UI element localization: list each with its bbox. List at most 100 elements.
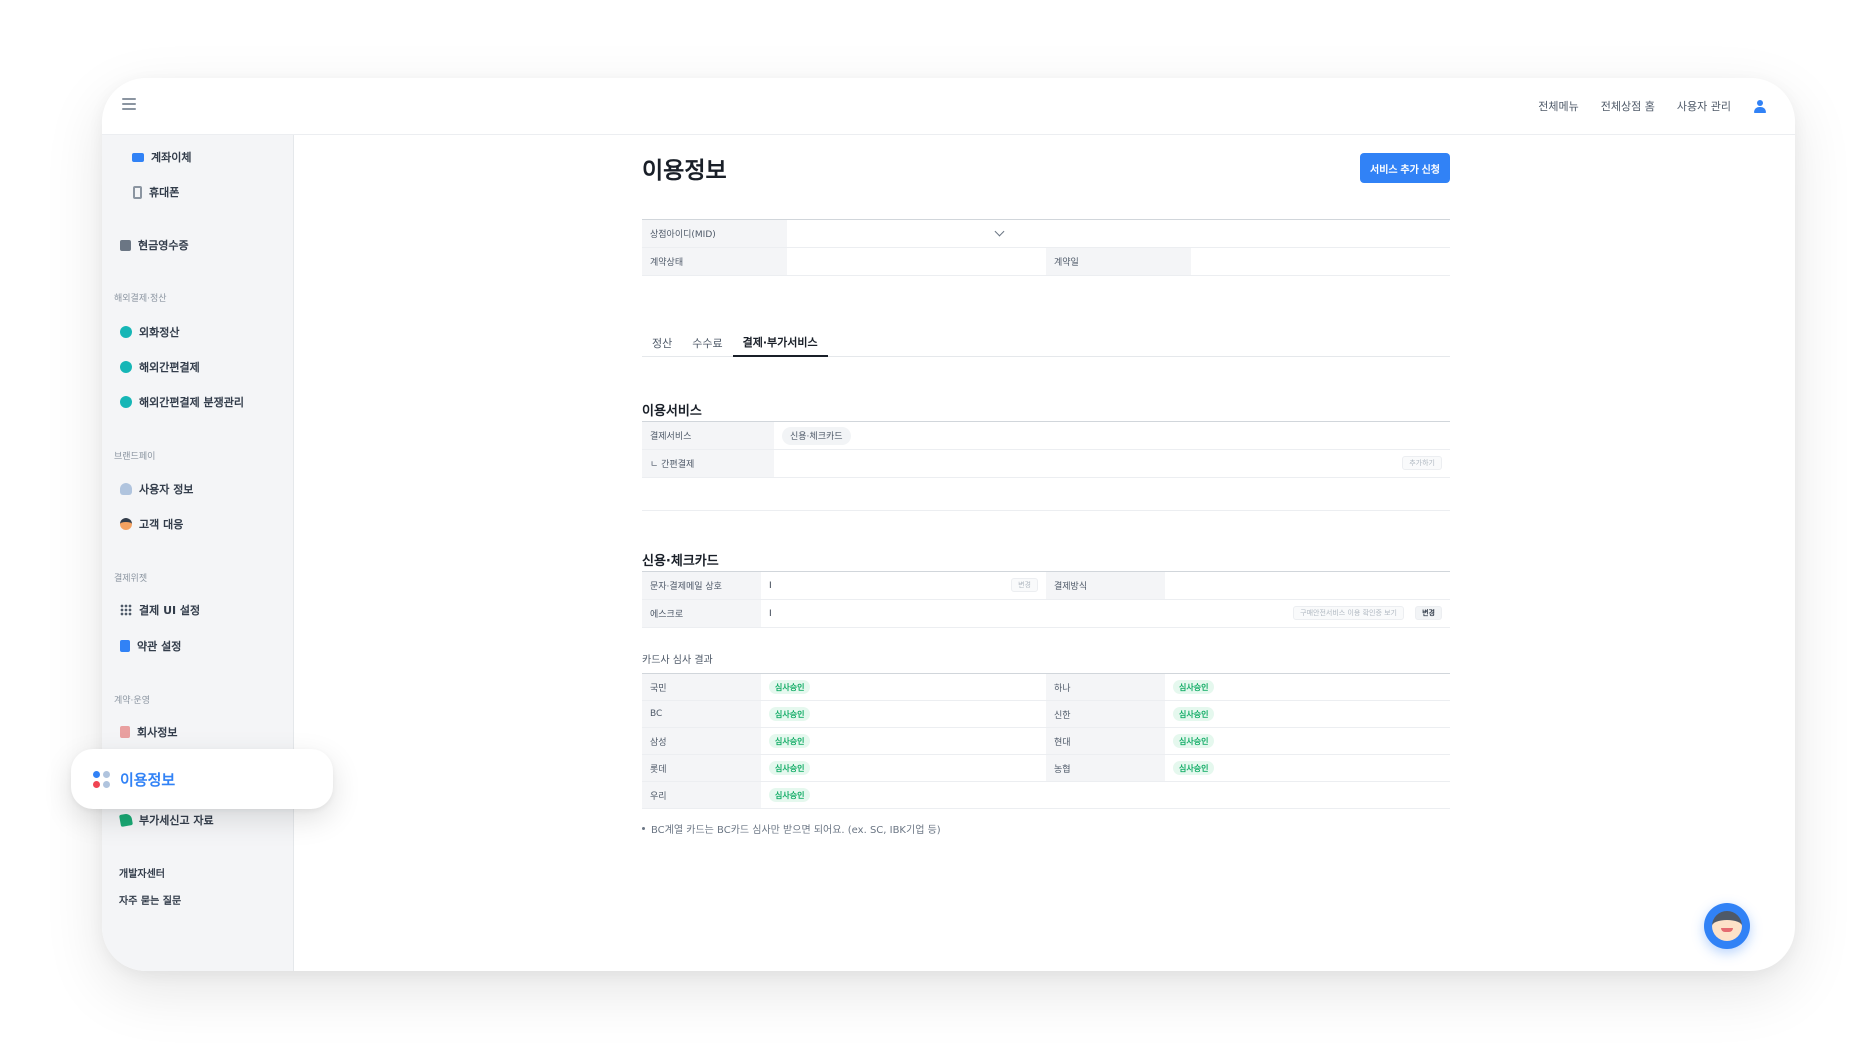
globe-icon bbox=[120, 396, 132, 408]
sidebar-item-label: 부가세신고 자료 bbox=[139, 814, 214, 827]
tab-payment-services[interactable]: 결제·부가서비스 bbox=[732, 329, 828, 357]
building-icon bbox=[120, 726, 130, 738]
sidebar-item-label: 약관 설정 bbox=[137, 640, 182, 653]
sidebar-item-service-info-active[interactable]: 이용정보 bbox=[71, 749, 333, 809]
sidebar-item-company-info[interactable]: 회사정보 bbox=[120, 724, 177, 740]
section-contract: 계약·운영 bbox=[114, 696, 150, 706]
sidebar-item-vat-report[interactable]: 부가세신고 자료 bbox=[119, 812, 214, 828]
sidebar-item-cash-receipt[interactable]: 현금영수증 bbox=[120, 237, 189, 253]
approved-badge: 심사승인 bbox=[1173, 761, 1215, 775]
chevron-down-icon bbox=[994, 226, 1005, 237]
sidebar-item-customer-support[interactable]: 고객 대응 bbox=[120, 516, 183, 532]
user-management-link[interactable]: 사용자 관리 bbox=[1677, 98, 1731, 114]
approved-badge: 심사승인 bbox=[769, 680, 811, 694]
sidebar-item-bank-transfer[interactable]: 계좌이체 bbox=[132, 149, 191, 165]
mid-row: 상점아이디(MID) bbox=[642, 220, 1450, 248]
mid-select[interactable] bbox=[787, 220, 1027, 247]
store-home-link[interactable]: 전체상점 홈 bbox=[1601, 98, 1655, 114]
mid-label: 상점아이디(MID) bbox=[642, 220, 787, 247]
card-company-label: 국민 bbox=[642, 674, 761, 700]
card-company-label: 신한 bbox=[1046, 701, 1165, 727]
app-window: 전체메뉴 전체상점 홈 사용자 관리 계좌이체 휴대폰 현금영수증 해외결제·정… bbox=[102, 78, 1795, 971]
section-brandpay: 브랜드페이 bbox=[114, 452, 156, 462]
escrow-label: 에스크로 bbox=[642, 600, 761, 627]
easy-pay-row: ㄴ 간편결제 추가하기 bbox=[642, 450, 1450, 478]
sidebar-item-phone[interactable]: 휴대폰 bbox=[133, 184, 179, 200]
approved-badge: 심사승인 bbox=[1173, 680, 1215, 694]
hamburger-icon[interactable] bbox=[122, 98, 136, 110]
sidebar-item-label: 회사정보 bbox=[137, 726, 178, 739]
card-company-label: 롯데 bbox=[642, 755, 761, 781]
card-section-title: 신용·체크카드 bbox=[642, 554, 719, 569]
approved-badge: 심사승인 bbox=[769, 734, 811, 748]
sidebar-item-terms[interactable]: 약관 설정 bbox=[120, 638, 181, 654]
tab-settlement[interactable]: 정산 bbox=[642, 329, 682, 357]
top-bar: 전체메뉴 전체상점 홈 사용자 관리 bbox=[102, 78, 1795, 135]
sidebar-item-label: 고객 대응 bbox=[139, 518, 184, 531]
card-company-label: 하나 bbox=[1046, 674, 1165, 700]
card-company-label: 삼성 bbox=[642, 728, 761, 754]
bc-card-note: BC계열 카드는 BC카드 심사만 받으면 되어요. (ex. SC, IBK기… bbox=[642, 821, 941, 836]
all-menu-link[interactable]: 전체메뉴 bbox=[1538, 98, 1578, 114]
sidebar-link-dev-center[interactable]: 개발자센터 bbox=[119, 865, 165, 880]
user-info-icon bbox=[120, 483, 132, 495]
escrow-value: I bbox=[769, 608, 772, 619]
sidebar-item-label: 해외간편결제 bbox=[139, 361, 200, 374]
tab-fees[interactable]: 수수료 bbox=[682, 329, 732, 357]
bullet-icon bbox=[642, 827, 645, 830]
customer-support-icon bbox=[120, 518, 132, 530]
tab-bar: 정산 수수료 결제·부가서비스 bbox=[642, 329, 1450, 357]
merchant-name-value: I bbox=[769, 580, 772, 591]
sidebar-item-user-info[interactable]: 사용자 정보 bbox=[120, 481, 193, 497]
main-content: 이용정보 서비스 추가 신청 상점아이디(MID) 계약상태 계약일 정산 수수… bbox=[295, 135, 1795, 971]
services-table: 결제서비스 신용·체크카드 ㄴ 간편결제 추가하기 bbox=[642, 421, 1450, 478]
sidebar-link-faq[interactable]: 자주 묻는 질문 bbox=[119, 892, 181, 907]
sidebar-item-fx-settlement[interactable]: 외화정산 bbox=[120, 324, 179, 340]
review-row: 삼성 심사승인 현대 심사승인 bbox=[642, 728, 1450, 755]
globe-icon bbox=[120, 326, 132, 338]
review-row: BC 심사승인 신한 심사승인 bbox=[642, 701, 1450, 728]
sidebar-item-label: 결제 UI 설정 bbox=[139, 604, 201, 617]
section-overseas: 해외결제·정산 bbox=[114, 294, 167, 304]
approved-badge: 심사승인 bbox=[769, 707, 811, 721]
chatbot-avatar-icon bbox=[1712, 911, 1742, 941]
add-service-button[interactable]: 서비스 추가 신청 bbox=[1360, 153, 1450, 183]
status-row: 계약상태 계약일 bbox=[642, 248, 1450, 276]
page-title: 이용정보 bbox=[642, 158, 727, 184]
services-title: 이용서비스 bbox=[642, 404, 702, 419]
sidebar-item-label: 계좌이체 bbox=[151, 151, 192, 164]
contract-date-label: 계약일 bbox=[1046, 248, 1191, 275]
card-review-title: 카드사 심사 결과 bbox=[642, 655, 713, 666]
tag-icon bbox=[119, 813, 133, 827]
top-nav: 전체메뉴 전체상점 홈 사용자 관리 bbox=[1538, 98, 1767, 114]
contract-date-value bbox=[1191, 248, 1450, 275]
card-company-label: BC bbox=[642, 701, 761, 727]
easy-pay-label: ㄴ 간편결제 bbox=[642, 450, 774, 477]
chatbot-button[interactable] bbox=[1704, 903, 1750, 949]
card-company-label: 우리 bbox=[642, 782, 761, 808]
grid-icon bbox=[120, 604, 132, 616]
sidebar-item-payment-ui[interactable]: 결제 UI 설정 bbox=[120, 602, 200, 618]
escrow-certificate-button[interactable]: 구매안전서비스 이용 확인증 보기 bbox=[1293, 606, 1404, 620]
status-value bbox=[787, 248, 1046, 275]
add-easy-pay-button[interactable]: 추가하기 bbox=[1402, 456, 1442, 470]
document-icon bbox=[120, 640, 130, 652]
sidebar-item-overseas-easy-pay[interactable]: 해외간편결제 bbox=[120, 359, 200, 375]
user-icon[interactable] bbox=[1753, 99, 1767, 113]
approved-badge: 심사승인 bbox=[769, 788, 811, 802]
section-widget: 결제위젯 bbox=[114, 574, 148, 584]
service-chip: 신용·체크카드 bbox=[782, 426, 851, 445]
payment-method-label: 결제방식 bbox=[1046, 572, 1165, 599]
payment-service-label: 결제서비스 bbox=[642, 422, 774, 449]
escrow-change-button[interactable]: 변경 bbox=[1415, 606, 1442, 620]
approved-badge: 심사승인 bbox=[1173, 734, 1215, 748]
card-review-table: 국민 심사승인 하나 심사승인 BC 심사승인 신한 심사승인 삼성 심사승인 … bbox=[642, 673, 1450, 809]
review-row: 우리 심사승인 bbox=[642, 782, 1450, 809]
sidebar-item-overseas-dispute[interactable]: 해외간편결제 분쟁관리 bbox=[120, 394, 244, 410]
merchant-name-change-button[interactable]: 변경 bbox=[1011, 578, 1038, 592]
sidebar-item-label: 휴대폰 bbox=[149, 186, 180, 199]
section-divider bbox=[642, 510, 1450, 511]
review-row: 롯데 심사승인 농협 심사승인 bbox=[642, 755, 1450, 782]
sidebar-item-label: 해외간편결제 분쟁관리 bbox=[139, 396, 245, 409]
review-row: 국민 심사승인 하나 심사승인 bbox=[642, 674, 1450, 701]
